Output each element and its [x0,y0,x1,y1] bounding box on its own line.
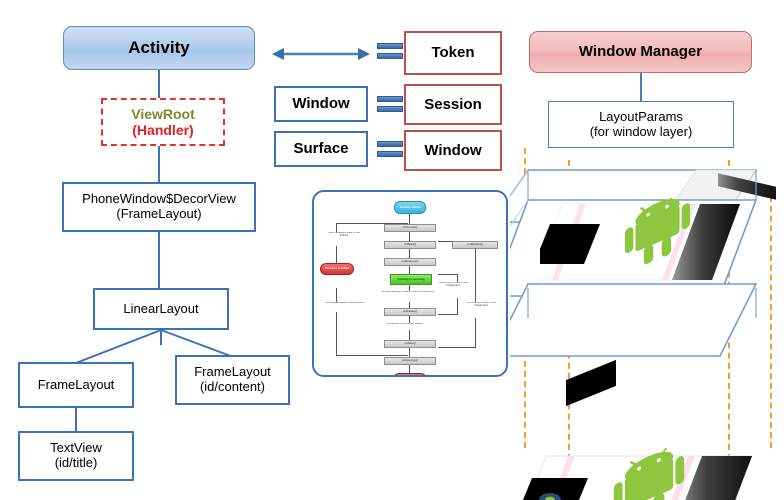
flowchart-edge-label-foreground-a: The activity comes to the foreground [438,282,468,298]
linearlayout-box[interactable]: LinearLayout [93,288,229,330]
flowchart-edge [438,274,458,275]
flowchart-edge-label-foreground-b: The activity comes to the foreground [466,302,496,318]
viewroot-label: ViewRoot [131,105,195,122]
flowchart-edge-label-no-longer-visible: The activity is no longer visible [366,323,442,330]
flowchart-node-label: onDestroy() [401,358,419,363]
activity-label: Activity [128,38,190,58]
activity-lifecycle-flowchart[interactable]: Activity starts onCreate() onStart() onR… [312,190,508,377]
flowchart-node-label: onStart() [403,242,417,247]
token-label: Token [431,44,475,62]
flowchart-node-onpause: onPause() [384,308,436,316]
flowchart-edge-label-text: Another activity comes in front of the a… [381,291,435,293]
surface-box[interactable]: Surface [274,131,368,167]
window-layer-plane-3 [510,283,758,357]
token-box[interactable]: Token [404,31,502,75]
flowchart-edge [409,348,410,357]
decorview-box[interactable]: PhoneWindow$DecorView (FrameLayout) [62,182,256,232]
flowchart-node-label: Process is killed [324,266,350,271]
flowchart-edge [336,355,408,356]
flowchart-edge-label-text: The activity comes to the foreground [466,302,496,307]
flowchart-node-onresume: onResume() [384,258,436,266]
connector-decorview-to-linearlayout [158,232,160,288]
flowchart-edge-label-text: The activity is no longer visible [385,323,423,325]
flowchart-node-onrestart: onRestart() [452,241,498,249]
flowchart-node-oncreate: onCreate() [384,224,436,232]
textview-box[interactable]: TextView (id/title) [18,431,134,481]
window-layers-illustration [510,148,784,500]
flowchart-edge [438,314,458,315]
flowchart-edge [409,214,410,224]
flowchart-node-onstop: onStop() [384,340,436,348]
framelayout-content-label-line2: (id/content) [199,379,266,394]
framelayout-content-label-line1: FrameLayout [194,364,271,380]
textview-label-line1: TextView [50,440,102,456]
flowchart-node-process-killed: Process is killed [320,263,354,275]
flowchart-node-onstart: onStart() [384,241,436,249]
flowchart-edge [336,288,337,356]
layoutparams-label-line2: (for window layer) [589,123,693,139]
linearlayout-label: LinearLayout [123,300,199,316]
flowchart-node-label: onResume() [401,259,419,264]
framelayout-left-box[interactable]: FrameLayout [18,362,134,408]
window-left-label: Window [292,95,350,113]
flowchart-edge [409,232,410,241]
flowchart-edge-label-need-memory: Other applications need memory [322,302,368,312]
diagram-canvas: Activity ViewRoot (Handler) PhoneWindow$… [0,0,784,500]
window-box-right[interactable]: Window [404,130,502,171]
framelayout-content-box[interactable]: FrameLayout (id/content) [175,355,290,405]
flowchart-node-label: onPause() [402,309,418,314]
flowchart-edge-label-text: Other applications need memory [325,302,365,304]
equals-icon-token [377,43,403,59]
window-content-layer-4 [520,448,770,500]
flowchart-node-label: onStop() [404,341,416,346]
double-headed-arrow-icon [272,48,370,60]
flowchart-node-ondestroy: onDestroy() [384,357,436,365]
flowchart-node-activity-starts: Activity starts [394,201,426,214]
flowchart-edge-label-another-activity: Another activity comes in front of the a… [376,291,440,302]
session-box[interactable]: Session [404,84,502,125]
layoutparams-label-line1: LayoutParams [599,108,683,124]
flowchart-node-label: Activity starts [399,204,421,209]
equals-icon-window [377,141,403,157]
flowchart-edge-label-text: User navigates back to the activity [328,232,360,237]
equals-icon-session [377,96,403,112]
flowchart-edge [409,249,410,258]
connector-viewroot-to-decorview [158,146,160,182]
decorview-label-line2: (FrameLayout) [116,206,202,221]
window-manager-label: Window Manager [578,43,703,61]
surface-label: Surface [293,140,349,158]
layer-4-content-svg [523,448,753,500]
flowchart-node-label: onCreate() [402,225,418,230]
activity-box[interactable]: Activity [63,26,255,70]
flowchart-node-activity-running: Activity is running [390,274,432,285]
window-manager-box[interactable]: Window Manager [529,31,752,73]
flowchart-edge-label-back-to-activity: User navigates back to the activity [326,232,362,246]
flowchart-edge [475,241,476,347]
layoutparams-box[interactable]: LayoutParams (for window layer) [548,101,734,148]
window-right-label: Window [424,141,482,159]
connector-wm-to-layoutparams [640,73,642,101]
flowchart-node-label: onRestart() [467,242,483,247]
connector-activity-to-viewroot [158,70,160,98]
flowchart-edge [438,347,476,348]
flowchart-edge [409,365,410,373]
flowchart-edge-label-text: The activity comes to the foreground [438,282,468,287]
framelayout-left-label: FrameLayout [37,376,115,392]
flowchart-inner: Activity starts onCreate() onStart() onR… [314,192,506,375]
viewroot-box[interactable]: ViewRoot (Handler) [101,98,225,146]
session-label: Session [424,95,482,113]
decorview-label-line1: PhoneWindow$DecorView [82,191,236,207]
flowchart-node-label: Activity is running [397,276,425,281]
flowchart-node-activity-shutdown: Activity is shut down [393,373,427,375]
window-box-left[interactable]: Window [274,86,368,122]
textview-label-line2: (id/title) [54,455,98,470]
handler-label: (Handler) [132,122,194,138]
connector-framelayout-to-textview [75,408,77,431]
flowchart-edge [409,266,410,274]
